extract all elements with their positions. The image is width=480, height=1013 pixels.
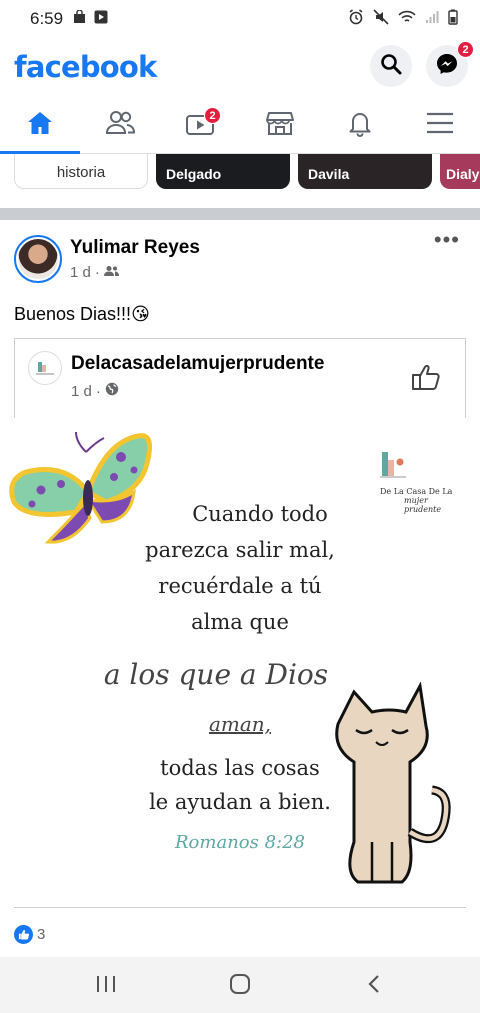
cat-illustration bbox=[335, 682, 451, 884]
battery-icon bbox=[448, 9, 458, 30]
kiss-emoji-icon: 😘 bbox=[131, 304, 150, 324]
tab-home[interactable] bbox=[0, 98, 80, 154]
menu-icon bbox=[426, 111, 454, 140]
feed-divider bbox=[0, 208, 480, 220]
search-icon bbox=[380, 53, 402, 80]
shared-post-time[interactable]: 1 d bbox=[71, 383, 92, 400]
main-nav: 2 bbox=[0, 98, 480, 154]
status-time: 6:59 bbox=[30, 9, 64, 28]
wifi-icon bbox=[398, 10, 416, 29]
shopping-bag-icon bbox=[73, 8, 86, 29]
more-options-button[interactable]: ••• bbox=[434, 227, 460, 253]
back-chevron-icon bbox=[367, 974, 381, 999]
quote-line: Cuando todo bbox=[192, 502, 328, 526]
page-avatar[interactable] bbox=[28, 351, 62, 385]
mute-icon bbox=[373, 9, 389, 30]
post-meta: 1 d · bbox=[70, 264, 119, 281]
story-label: Dialy bbox=[446, 166, 480, 182]
youtube-icon bbox=[94, 10, 108, 29]
story-card[interactable]: Dialy bbox=[440, 154, 480, 189]
shared-page-name[interactable]: Delacasadelamujerprudente bbox=[71, 353, 324, 375]
watch-badge: 2 bbox=[204, 107, 221, 124]
home-circle-icon bbox=[229, 973, 251, 1000]
facebook-logo[interactable]: facebook bbox=[14, 50, 157, 84]
reactions-count: 3 bbox=[37, 926, 46, 943]
recent-apps-button[interactable] bbox=[76, 971, 136, 1001]
app-header: facebook 2 bbox=[0, 38, 480, 98]
story-label: historia bbox=[56, 164, 106, 181]
story-card[interactable]: Delgado bbox=[156, 154, 290, 189]
tab-friends[interactable] bbox=[80, 98, 160, 152]
post-image[interactable]: De La Casa De La mujer prudente Cuando t… bbox=[0, 418, 480, 908]
story-label: Delgado bbox=[166, 166, 222, 182]
story-card[interactable]: Davila bbox=[298, 154, 432, 189]
like-reaction-icon bbox=[14, 925, 33, 944]
system-navigation-bar bbox=[0, 957, 480, 1013]
reactions-summary[interactable]: 3 bbox=[14, 925, 45, 944]
tab-notifications[interactable] bbox=[320, 98, 400, 152]
quote-line: parezca salir mal, bbox=[145, 538, 335, 562]
shared-post-meta: 1 d · bbox=[71, 382, 119, 400]
quote-line: recuérdale a tú bbox=[158, 574, 322, 598]
post-text: Buenos Dias!!!😘 bbox=[14, 304, 150, 325]
home-button[interactable] bbox=[210, 971, 270, 1001]
tab-menu[interactable] bbox=[400, 98, 480, 152]
signal-icon bbox=[425, 10, 439, 29]
quote-line: alma que bbox=[191, 610, 289, 634]
recent-apps-icon bbox=[96, 975, 116, 998]
messenger-icon bbox=[435, 52, 459, 81]
friends-icon bbox=[103, 264, 119, 281]
post-time[interactable]: 1 d bbox=[70, 264, 91, 281]
post-text-body: Buenos Dias!!! bbox=[14, 304, 132, 324]
thumbs-up-icon bbox=[411, 364, 441, 395]
tab-marketplace[interactable] bbox=[240, 98, 320, 152]
avatar[interactable] bbox=[14, 235, 62, 283]
shared-post-bottom-border bbox=[14, 907, 466, 908]
post-header: Yulimar Reyes 1 d · ••• bbox=[14, 227, 466, 283]
friends-icon bbox=[105, 109, 136, 142]
back-button[interactable] bbox=[344, 971, 404, 1001]
globe-icon bbox=[105, 382, 119, 400]
status-bar: 6:59 bbox=[0, 0, 480, 38]
bell-icon bbox=[346, 109, 374, 142]
home-icon bbox=[26, 109, 54, 142]
messenger-button[interactable]: 2 bbox=[426, 41, 474, 87]
like-page-button[interactable] bbox=[411, 363, 441, 396]
brand-line-1: De La Casa De La bbox=[380, 487, 453, 496]
shared-post-header: Delacasadelamujerprudente 1 d · bbox=[14, 338, 466, 418]
stories-strip: historia Delgado Davila Dialy bbox=[0, 154, 480, 208]
story-create[interactable]: historia bbox=[14, 154, 148, 189]
search-button[interactable] bbox=[370, 45, 412, 87]
story-label: Davila bbox=[308, 166, 350, 182]
messenger-badge: 2 bbox=[457, 41, 474, 58]
alarm-icon bbox=[348, 9, 364, 30]
tab-watch[interactable]: 2 bbox=[160, 98, 240, 152]
marketplace-icon bbox=[265, 109, 295, 142]
post-author[interactable]: Yulimar Reyes bbox=[70, 237, 200, 259]
butterfly-illustration bbox=[9, 432, 153, 544]
